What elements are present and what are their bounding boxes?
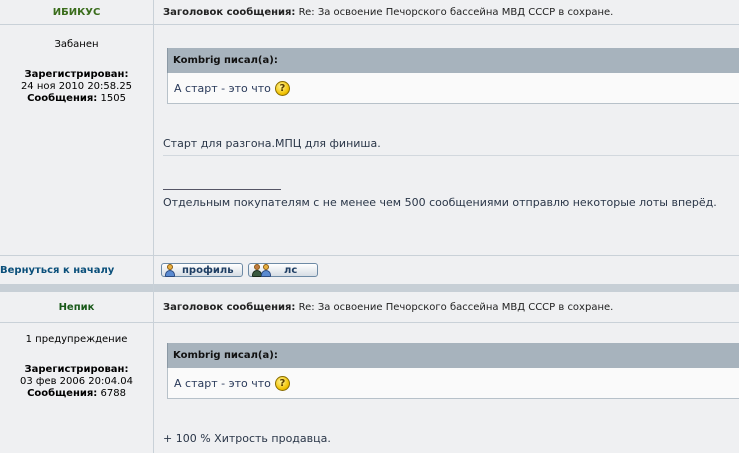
post1-posts-count: Сообщения: 1505 <box>0 93 153 104</box>
post2-posts-count: Сообщения: 6788 <box>0 388 153 399</box>
post1-quote-body: А старт - это что ? <box>167 73 739 104</box>
post1-quote-header: Kombrig писал(а): <box>167 48 739 73</box>
profile-button-label: профиль <box>182 264 234 276</box>
pm-button-label: лс <box>284 264 298 276</box>
user-icon <box>164 263 176 277</box>
post2-registered-label: Зарегистрирован: <box>24 364 129 375</box>
post1-subject: Заголовок сообщения: Re: За освоение Печ… <box>163 7 613 18</box>
post1-signature-line <box>163 189 281 190</box>
post2-quote-body: А старт - это что ? <box>167 368 739 399</box>
post2-status: 1 предупреждение <box>25 334 128 345</box>
back-to-top-link[interactable]: Вернуться к началу <box>0 265 114 276</box>
post1-signature: Отдельным покупателям с не менее чем 500… <box>163 196 717 209</box>
post2-author-name[interactable]: Непик <box>0 302 153 313</box>
post1-status: Забанен <box>54 39 99 50</box>
post2-subject-label: Заголовок сообщения: <box>163 302 296 313</box>
post1-profile-cell <box>0 25 153 255</box>
post1-divider <box>163 155 739 156</box>
profile-button[interactable]: профиль <box>161 263 243 277</box>
question-smiley-icon: ? <box>274 375 290 391</box>
post2-quote-header: Kombrig писал(а): <box>167 343 739 368</box>
post2-message: + 100 % Хитрость продавца. <box>163 432 331 445</box>
post2-subject: Заголовок сообщения: Re: За освоение Печ… <box>163 302 613 313</box>
question-smiley-icon: ? <box>274 80 290 96</box>
pm-button[interactable]: лс <box>248 263 318 277</box>
post2-subject-text: Re: За освоение Печорского бассейна МВД … <box>298 302 614 313</box>
post1-author-name[interactable]: ИБИКУС <box>0 7 153 18</box>
post1-posts-value: 1505 <box>100 93 126 104</box>
post-separator <box>0 284 739 292</box>
post1-subject-text: Re: За освоение Печорского бассейна МВД … <box>298 7 614 18</box>
post1-posts-label: Сообщения: <box>27 93 98 104</box>
post2-registered-date: 03 фев 2006 20:04.04 <box>19 376 134 387</box>
post2-posts-label: Сообщения: <box>27 388 98 399</box>
post1-subject-label: Заголовок сообщения: <box>163 7 296 18</box>
post1-registered-label: Зарегистрирован: <box>24 69 129 80</box>
post1-quote-text: А старт - это что <box>174 81 271 95</box>
post1-registered-date: 24 ноя 2010 20:58.25 <box>20 81 133 92</box>
post2-posts-value: 6788 <box>100 388 126 399</box>
post2-quote-text: А старт - это что <box>174 376 271 390</box>
post1-message: Старт для разгона.МПЦ для финиша. <box>163 137 381 150</box>
